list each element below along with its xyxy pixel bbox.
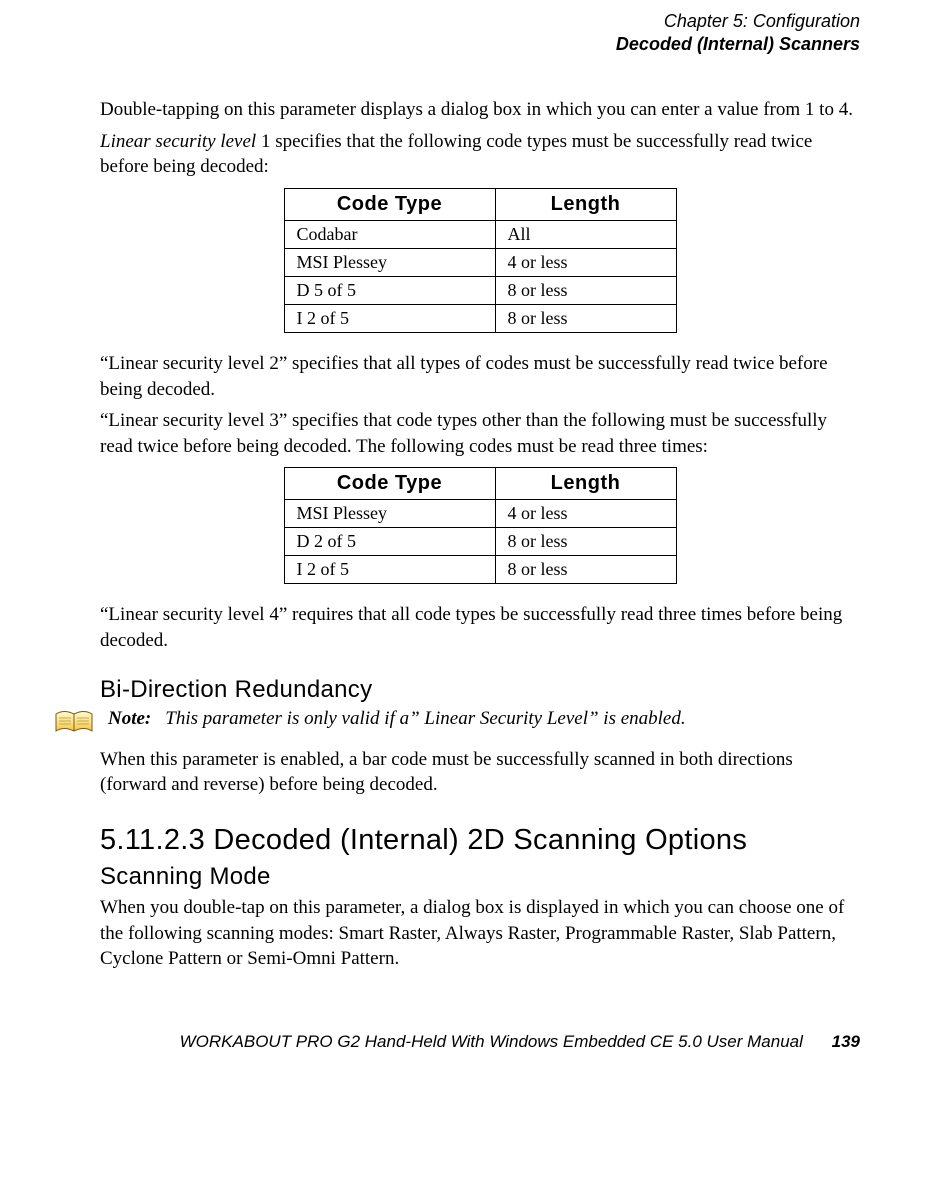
header-section: Decoded (Internal) Scanners [100, 33, 860, 56]
footer-page-number: 139 [832, 1032, 860, 1051]
cell-code: MSI Plessey [284, 500, 495, 528]
table-row: MSI Plessey4 or less [284, 248, 676, 276]
paragraph: “Linear security level 3” specifies that… [100, 408, 860, 459]
table-row: MSI Plessey4 or less [284, 500, 676, 528]
book-icon [54, 709, 94, 735]
italic-term: Linear security level [100, 131, 256, 152]
table-row: I 2 of 58 or less [284, 304, 676, 332]
note-label: Note: [108, 708, 151, 730]
cell-code: I 2 of 5 [284, 556, 495, 584]
cell-length: 8 or less [495, 556, 676, 584]
cell-length: 4 or less [495, 500, 676, 528]
note-block: Note: This parameter is only valid if a”… [54, 708, 860, 735]
heading-scanning-mode: Scanning Mode [100, 863, 860, 891]
note-text: This parameter is only valid if a” Linea… [165, 708, 860, 730]
table-header-length: Length [495, 468, 676, 500]
table-header-length: Length [495, 188, 676, 220]
cell-length: All [495, 220, 676, 248]
cell-code: D 2 of 5 [284, 528, 495, 556]
table-header-code: Code Type [284, 188, 495, 220]
page-footer: WORKABOUT PRO G2 Hand-Held With Windows … [100, 1032, 860, 1052]
cell-length: 4 or less [495, 248, 676, 276]
cell-length: 8 or less [495, 276, 676, 304]
footer-title: WORKABOUT PRO G2 Hand-Held With Windows … [180, 1032, 803, 1051]
cell-code: Codabar [284, 220, 495, 248]
table-row: I 2 of 58 or less [284, 556, 676, 584]
table-row: CodabarAll [284, 220, 676, 248]
paragraph: Linear security level 1 specifies that t… [100, 129, 860, 180]
paragraph: When this parameter is enabled, a bar co… [100, 747, 860, 798]
paragraph: “Linear security level 4” requires that … [100, 602, 860, 653]
table-row: D 5 of 58 or less [284, 276, 676, 304]
paragraph: Double-tapping on this parameter display… [100, 97, 860, 123]
paragraph: When you double-tap on this parameter, a… [100, 895, 860, 972]
table-level-3: Code Type Length MSI Plessey4 or less D … [100, 467, 860, 584]
table-header-code: Code Type [284, 468, 495, 500]
heading-section-5-11-2-3: 5.11.2.3 Decoded (Internal) 2D Scanning … [100, 824, 860, 857]
cell-code: D 5 of 5 [284, 276, 495, 304]
page-header: Chapter 5: Configuration Decoded (Intern… [100, 10, 860, 55]
table-row: D 2 of 58 or less [284, 528, 676, 556]
heading-bidirection: Bi-Direction Redundancy [100, 676, 860, 704]
cell-length: 8 or less [495, 528, 676, 556]
cell-code: I 2 of 5 [284, 304, 495, 332]
paragraph: “Linear security level 2” specifies that… [100, 351, 860, 402]
table-level-1: Code Type Length CodabarAll MSI Plessey4… [100, 188, 860, 333]
cell-length: 8 or less [495, 304, 676, 332]
cell-code: MSI Plessey [284, 248, 495, 276]
header-chapter: Chapter 5: Configuration [100, 10, 860, 33]
